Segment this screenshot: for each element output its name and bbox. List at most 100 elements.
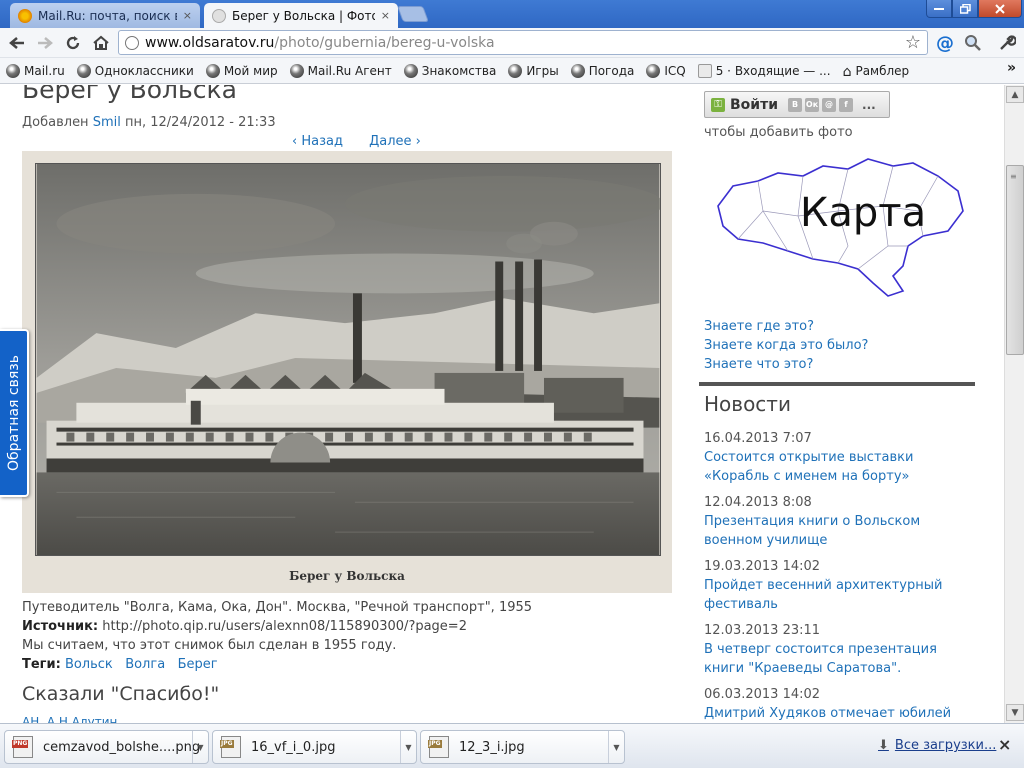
news-link[interactable]: В четверг состоится презентация книги "К… [704,640,964,678]
vertical-scrollbar[interactable]: ▲ ≡ ▼ [1004,85,1024,723]
news-link[interactable]: Дмитрий Худяков отмечает юбилей [704,704,964,723]
tags-row: Теги: Вольск Волга Берег [22,657,218,672]
bookmark-moy-mir[interactable]: Мой мир [205,63,278,78]
photo-source: Источник: http://photo.qip.ru/users/alex… [22,619,467,634]
bookmarks-bar: Mail.ru Одноклассники Мой мир Mail.Ru Аг… [0,58,1024,84]
news-link[interactable]: Пройдет весенний архитектурный фестиваль [704,576,964,614]
url-path: /photo/gubernia/bereg-u-volska [274,34,495,51]
scroll-up-button[interactable]: ▲ [1006,86,1024,103]
thanks-heading: Сказали "Спасибо!" [22,683,220,705]
bookmark-odnoklassniki[interactable]: Одноклассники [76,63,194,78]
facebook-icon[interactable]: f [839,97,854,112]
news-date: 19.03.2013 14:02 [704,559,821,574]
odnoklassniki-icon[interactable]: Ок [805,97,820,112]
download-item[interactable]: JPG 12_3_i.jpg ▼ [420,730,625,764]
forward-arrow-icon [38,37,53,49]
close-tab-icon[interactable]: × [381,9,390,22]
forward-button[interactable] [34,32,56,54]
back-arrow-icon [9,37,24,49]
tab-bereg[interactable]: Берег у Вольска | Фотогр × [204,3,398,28]
news-date: 06.03.2013 14:02 [704,687,821,702]
what-link[interactable]: Знаете что это? [704,355,868,374]
tag-link[interactable]: Берег [178,657,218,672]
news-date: 12.04.2013 8:08 [704,495,812,510]
downloads-shelf: PNG cemzavod_bolshe....png ▼ JPG 16_vf_i… [0,723,1024,768]
close-icon [995,3,1005,14]
chevron-down-icon[interactable]: ▼ [400,731,416,763]
bookmark-igry[interactable]: Игры [508,63,559,78]
bookmark-star-icon[interactable]: ☆ [905,32,921,53]
mailru-agent-extension[interactable]: @ [934,32,956,54]
reload-icon [66,36,80,50]
next-link[interactable]: Далее › [369,134,421,149]
author-link[interactable]: Smil [93,115,121,130]
prev-link[interactable]: ‹ Назад [292,134,343,149]
globe-icon [6,63,20,78]
bookmark-inbox[interactable]: 5 · Входящие — ... [697,63,831,78]
vkontakte-icon[interactable]: В [788,97,803,112]
wrench-icon [1000,35,1016,50]
bookmark-mailru[interactable]: Mail.ru [6,63,65,78]
minimize-button[interactable] [926,0,952,18]
news-date: 16.04.2013 7:07 [704,431,812,446]
home-button[interactable] [90,32,112,54]
bookmark-icq[interactable]: ICQ [646,63,686,78]
photo-description: Путеводитель "Волга, Кама, Ока, Дон". Мо… [22,600,533,615]
globe-icon [289,63,304,78]
url-host: www.oldsaratov.ru [145,34,275,51]
news-item: 12.04.2013 8:08 Презентация книги о Воль… [704,493,964,550]
download-item[interactable]: JPG 16_vf_i_0.jpg ▼ [212,730,417,764]
settings-wrench-button[interactable] [996,32,1018,54]
all-downloads-link[interactable]: ⬇ Все загрузки... [878,738,996,753]
download-item[interactable]: PNG cemzavod_bolshe....png ▼ [4,730,209,764]
login-button[interactable]: Войти [730,97,778,113]
news-link[interactable]: Состоится открытие выставки «Корабль с и… [704,448,964,486]
thanks-names[interactable]: АН, А.Н.Алутин [22,715,117,723]
globe-icon [508,63,523,78]
bookmarks-overflow-button[interactable]: » [1007,60,1016,76]
restore-icon [959,3,971,14]
mailru-icon[interactable]: @ [822,97,837,112]
download-filename: cemzavod_bolshe....png [43,739,201,755]
tag-link[interactable]: Волга [125,657,165,672]
chevron-down-icon[interactable]: ▼ [192,731,208,763]
search-extension[interactable] [962,32,984,54]
historic-photo[interactable] [35,163,661,556]
login-widget[interactable]: ⚿ Войти В Ок @ f ... [704,91,890,118]
bookmark-mailru-agent[interactable]: Mail.Ru Агент [289,63,392,78]
bookmark-znakomstva[interactable]: Знакомства [403,63,496,78]
close-tab-icon[interactable]: × [183,9,192,22]
news-link[interactable]: Презентация книги о Вольском военном учи… [704,512,964,550]
chevron-down-icon[interactable]: ▼ [608,731,624,763]
map-label[interactable]: Карта [800,190,926,236]
back-button[interactable] [6,32,28,54]
tab-mailru[interactable]: Mail.Ru: почта, поиск в и × [10,3,200,28]
close-shelf-button[interactable]: × [998,735,1011,754]
where-link[interactable]: Знаете где это? [704,317,868,336]
address-bar[interactable]: www.oldsaratov.ru/photo/gubernia/bereg-u… [118,30,928,55]
feedback-tab[interactable]: Обратная связь [0,329,29,497]
maximize-button[interactable] [952,0,978,18]
magnifier-icon [965,35,981,51]
globe-icon [205,63,220,78]
close-window-button[interactable] [978,0,1022,18]
more-providers-button[interactable]: ... [862,98,876,112]
download-filename: 16_vf_i_0.jpg [251,739,336,755]
news-date: 12.03.2013 23:11 [704,623,821,638]
mail-icon [697,63,712,78]
reload-button[interactable] [62,32,84,54]
minimize-icon [934,7,944,10]
tag-link[interactable]: Вольск [65,657,113,672]
news-list: 16.04.2013 7:07 Состоится открытие выста… [704,429,964,723]
globe-icon [125,35,139,50]
new-tab-button[interactable] [397,6,429,22]
bookmark-rambler[interactable]: ⌂ Рамблер [843,64,910,80]
mailru-favicon-icon [18,8,32,23]
key-icon: ⚿ [711,97,725,112]
photo-pager: ‹ Назад Далее › [292,134,443,149]
when-link[interactable]: Знаете когда это было? [704,336,868,355]
scroll-thumb[interactable] [1006,165,1024,355]
tab-title: Mail.Ru: почта, поиск в и [38,8,177,23]
bookmark-pogoda[interactable]: Погода [570,63,634,78]
scroll-down-button[interactable]: ▼ [1006,704,1024,721]
